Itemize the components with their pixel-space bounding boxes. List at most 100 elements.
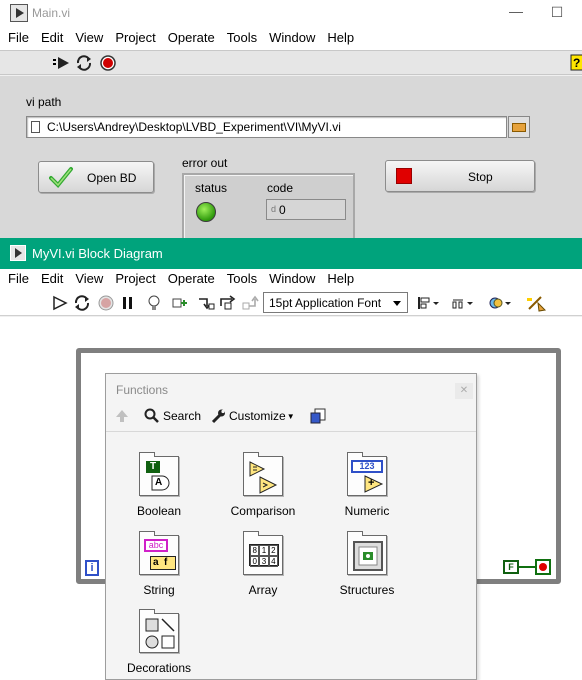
array-cell: 8 — [250, 545, 260, 556]
retain-wire-values-icon[interactable] — [170, 293, 190, 313]
customize-label: Customize — [229, 409, 286, 423]
palette-category-numeric[interactable]: 123 + Numeric — [315, 452, 419, 518]
maximize-icon[interactable]: ☐ — [547, 4, 567, 22]
block-diagram-toolbar: 15pt Application Font — [0, 291, 582, 316]
palette-category-comparison[interactable]: Comparison — [211, 452, 315, 518]
status-label: status — [195, 181, 228, 195]
menu-project[interactable]: Project — [115, 269, 163, 289]
vi-path-control[interactable]: C:\Users\Andrey\Desktop\LVBD_Experiment\… — [26, 116, 507, 138]
menu-project[interactable]: Project — [115, 28, 163, 48]
structure-glyph — [353, 541, 383, 571]
boolean-true-glyph: T — [146, 461, 160, 473]
stop-square-icon — [396, 168, 412, 184]
menu-help[interactable]: Help — [327, 269, 362, 289]
menu-edit[interactable]: Edit — [41, 269, 71, 289]
comparison-palette-icon — [243, 452, 283, 496]
boolean-wire[interactable] — [519, 566, 535, 568]
vi-path-label: vi path — [26, 95, 62, 109]
menu-window[interactable]: Window — [269, 269, 323, 289]
front-panel-title-bar: Main.vi — ☐ — [0, 0, 582, 28]
palette-category-decorations[interactable]: Decorations — [107, 609, 211, 675]
decorations-palette-icon — [139, 609, 179, 653]
numeric-digits-glyph: 123 — [351, 460, 383, 473]
iteration-terminal[interactable]: i — [85, 560, 99, 576]
array-cell: 1 — [259, 545, 269, 556]
menu-file[interactable]: File — [8, 28, 37, 48]
run-continuously-icon[interactable] — [72, 293, 92, 313]
pause-icon[interactable] — [118, 293, 138, 313]
menu-edit[interactable]: Edit — [41, 28, 71, 48]
font-select[interactable]: 15pt Application Font — [263, 292, 408, 313]
palette-category-string[interactable]: abc a f String — [107, 531, 211, 597]
front-panel-menu-bar: File Edit View Project Operate Tools Win… — [0, 28, 582, 50]
array-cell: 3 — [259, 556, 269, 567]
false-constant[interactable]: F — [503, 560, 519, 574]
stop-condition-terminal[interactable] — [535, 559, 551, 575]
folder-icon — [512, 123, 526, 132]
block-diagram-window-title: MyVI.vi Block Diagram — [32, 246, 163, 261]
array-cell: 2 — [268, 545, 278, 556]
distribute-objects-icon[interactable] — [450, 293, 476, 313]
run-arrow-icon[interactable] — [52, 53, 72, 73]
menu-tools[interactable]: Tools — [227, 269, 265, 289]
restore-size-icon[interactable] — [310, 408, 326, 424]
customize-button[interactable]: Customize ▼ — [210, 408, 295, 424]
palette-toolbar: Search Customize ▼ — [106, 402, 476, 432]
menu-window[interactable]: Window — [269, 28, 323, 48]
menu-view[interactable]: View — [75, 28, 111, 48]
code-label: code — [267, 181, 294, 195]
align-objects-icon[interactable] — [416, 293, 442, 313]
numeric-palette-icon: 123 + — [347, 452, 387, 496]
menu-file[interactable]: File — [8, 269, 37, 289]
menu-operate[interactable]: Operate — [168, 28, 223, 48]
string-constant-glyph: abc — [144, 539, 168, 552]
up-arrow-icon[interactable] — [114, 408, 130, 424]
functions-palette: Functions ✕ Search Customize ▼ T A Boole… — [105, 373, 477, 680]
error-out-cluster: status code d 0 — [182, 173, 355, 238]
front-panel-toolbar: ? — [0, 50, 582, 75]
stop-button[interactable]: Stop — [385, 160, 535, 192]
add-function-label: + — [368, 477, 375, 489]
menu-view[interactable]: View — [75, 269, 111, 289]
file-icon — [31, 121, 40, 133]
menu-operate[interactable]: Operate — [168, 269, 223, 289]
chevron-down-icon — [393, 301, 401, 306]
open-bd-button[interactable]: Open BD — [38, 161, 154, 193]
palette-category-array[interactable]: 8 1 2 0 3 4 Array — [211, 531, 315, 597]
wrench-icon — [211, 409, 225, 424]
close-icon[interactable]: ✕ — [455, 383, 473, 399]
reorder-icon[interactable] — [488, 293, 514, 313]
browse-button[interactable] — [508, 116, 530, 138]
stop-label: Stop — [468, 170, 493, 184]
error-out-label: error out — [182, 156, 228, 170]
step-over-icon[interactable] — [218, 293, 238, 313]
search-button[interactable]: Search — [144, 408, 201, 424]
abort-icon[interactable] — [98, 53, 118, 73]
run-arrow-icon[interactable] — [50, 293, 70, 313]
minimize-icon[interactable]: — — [506, 3, 526, 21]
run-continuously-icon[interactable] — [74, 53, 94, 73]
palette-category-boolean[interactable]: T A Boolean — [107, 452, 211, 518]
block-diagram-title-bar: MyVI.vi Block Diagram — [0, 238, 582, 269]
front-panel-canvas: vi path C:\Users\Andrey\Desktop\LVBD_Exp… — [0, 76, 582, 238]
clean-up-diagram-icon[interactable] — [524, 293, 550, 313]
palette-category-label: Decorations — [126, 661, 192, 675]
chevron-down-icon: ▼ — [286, 411, 295, 421]
highlight-execution-icon[interactable] — [144, 293, 164, 313]
step-out-icon[interactable] — [240, 293, 260, 313]
open-bd-label: Open BD — [87, 171, 137, 185]
decorations-glyph — [145, 618, 175, 649]
boolean-palette-icon: T A — [139, 452, 179, 496]
help-icon[interactable]: ? — [567, 53, 582, 73]
block-diagram-menu-bar: File Edit View Project Operate Tools Win… — [0, 269, 582, 291]
labview-app-icon — [10, 245, 26, 261]
palette-category-structures[interactable]: Structures — [315, 531, 419, 597]
abort-icon[interactable] — [96, 293, 116, 313]
and-gate-label: A — [155, 477, 163, 488]
menu-tools[interactable]: Tools — [227, 28, 265, 48]
step-into-icon[interactable] — [196, 293, 216, 313]
menu-help[interactable]: Help — [327, 28, 362, 48]
string-function-label-f: f — [164, 557, 168, 568]
svg-text:?: ? — [573, 56, 580, 70]
search-icon — [144, 408, 159, 423]
